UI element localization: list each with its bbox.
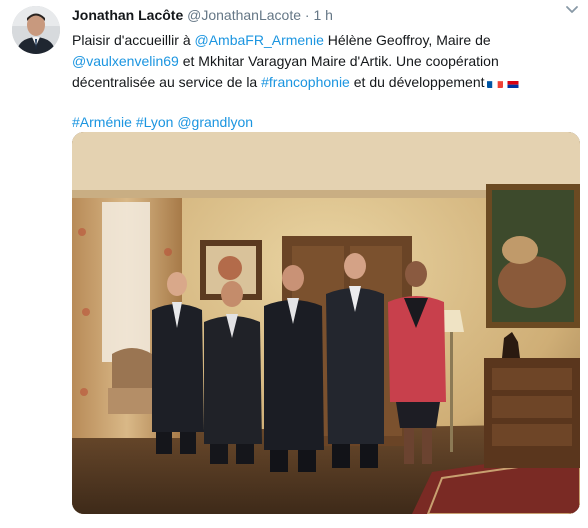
tweet-paragraph: Plaisir d'accueillir à @AmbaFR_Armenie H… (72, 30, 578, 93)
author-handle[interactable]: @JonathanLacote (187, 7, 301, 23)
tweet-header: Jonathan Lacôte @JonathanLacote · 1 h (72, 6, 333, 24)
tweet-photo[interactable] (72, 132, 580, 514)
author-name[interactable]: Jonathan Lacôte (72, 7, 183, 23)
group-photo-image (72, 132, 580, 514)
tweet-text: Plaisir d'accueillir à @AmbaFR_Armenie H… (72, 30, 578, 133)
armenia-flag-icon (505, 77, 521, 88)
tweet-time[interactable]: 1 h (313, 7, 332, 23)
chevron-down-icon[interactable] (562, 2, 582, 18)
mention-link[interactable]: @vaulxenvelin69 (72, 53, 179, 69)
hashtag-link[interactable]: #francophonie (261, 74, 350, 90)
france-flag-icon (486, 77, 503, 88)
tweet-text-part: et du développement (349, 74, 485, 90)
mention-link[interactable]: @AmbaFR_Armenie (195, 32, 324, 48)
hashtag-link[interactable]: #Lyon (136, 114, 174, 130)
tweet: Jonathan Lacôte @JonathanLacote · 1 h Pl… (0, 0, 588, 528)
tweet-text-part: Plaisir d'accueillir à (72, 32, 195, 48)
tweet-text-part: Hélène Geoffroy, Maire de (323, 32, 491, 48)
avatar-image (12, 6, 60, 54)
avatar[interactable] (12, 6, 60, 54)
tweet-hashtags: #Arménie #Lyon @grandlyon (72, 112, 578, 133)
header-separator: · (304, 7, 310, 23)
hashtag-link[interactable]: #Arménie (72, 114, 132, 130)
mention-link[interactable]: @grandlyon (177, 114, 253, 130)
